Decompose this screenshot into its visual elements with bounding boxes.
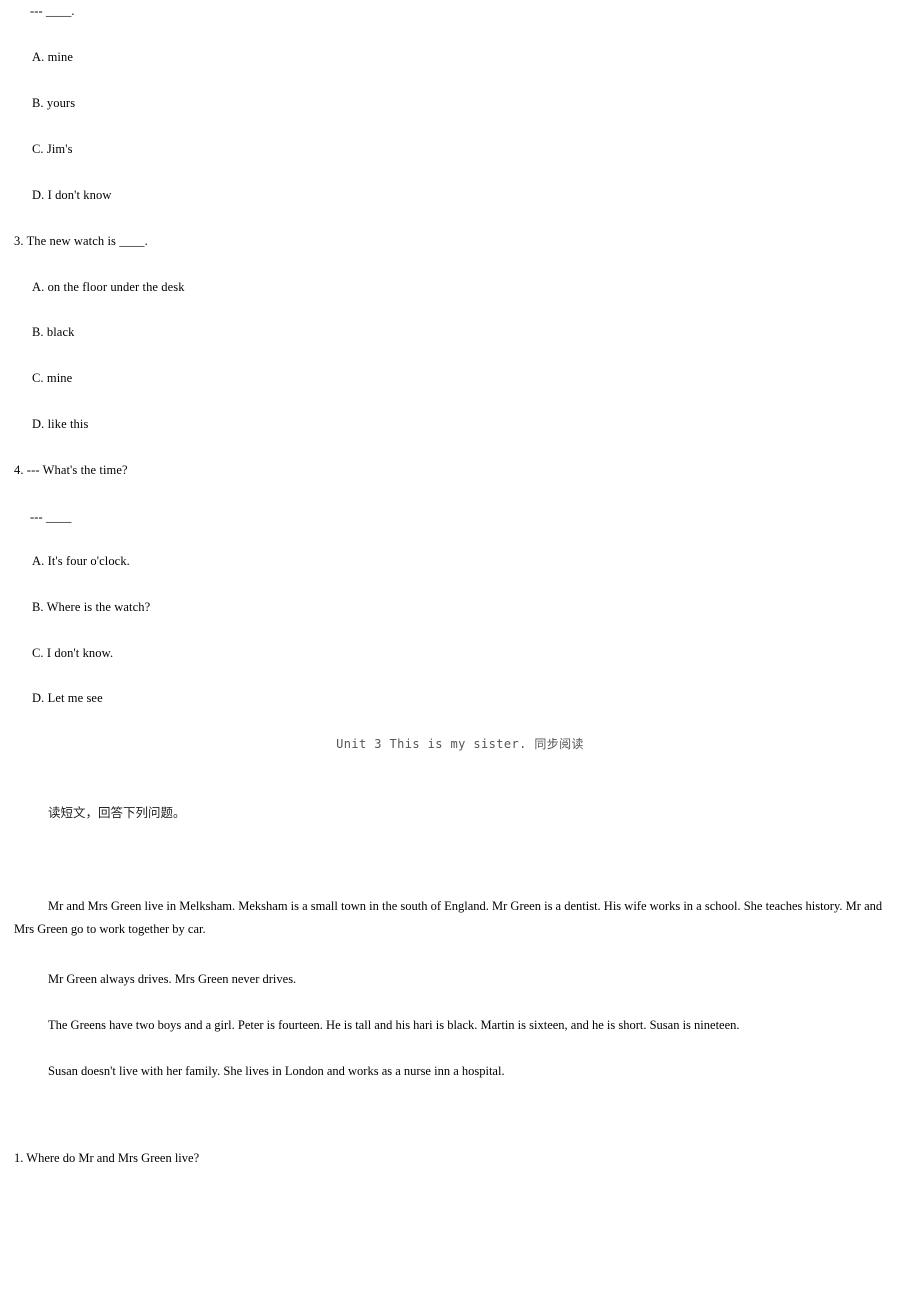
option-item: C. mine (32, 371, 73, 385)
option-item: B. black (32, 325, 75, 339)
answer-prompt-line: --- ____ (30, 510, 72, 524)
option-item: A. It's four o'clock. (32, 554, 130, 568)
option-item: B. yours (32, 96, 76, 110)
unit-heading: Unit 3 This is my sister. 同步阅读 (336, 737, 584, 751)
passage-paragraph: Mr Green always drives. Mrs Green never … (48, 972, 297, 986)
answer-prompt-line: --- ____. (30, 4, 75, 18)
option-item: A. mine (32, 50, 73, 64)
option-item: C. I don't know. (32, 646, 114, 660)
option-item: A. on the floor under the desk (32, 280, 185, 294)
reading-instruction: 读短文，回答下列问题。 (48, 806, 186, 820)
passage-paragraph: Susan doesn't live with her family. She … (48, 1064, 505, 1078)
option-item: D. like this (32, 417, 89, 431)
passage-paragraph: The Greens have two boys and a girl. Pet… (48, 1018, 740, 1032)
question-stem-4: 4. --- What's the time? (14, 463, 128, 477)
question-stem-3: 3. The new watch is ____. (14, 234, 148, 248)
passage-paragraph: Mr and Mrs Green live in Melksham. Meksh… (14, 899, 883, 936)
option-item: C. Jim's (32, 142, 73, 156)
option-item: D. Let me see (32, 691, 103, 705)
option-item: B. Where is the watch? (32, 600, 151, 614)
option-item: D. I don't know (32, 188, 112, 202)
worksheet-page: --- ____. A. mine B. yours C. Jim's D. I… (0, 0, 920, 1302)
comprehension-question-1: 1. Where do Mr and Mrs Green live? (14, 1151, 200, 1165)
